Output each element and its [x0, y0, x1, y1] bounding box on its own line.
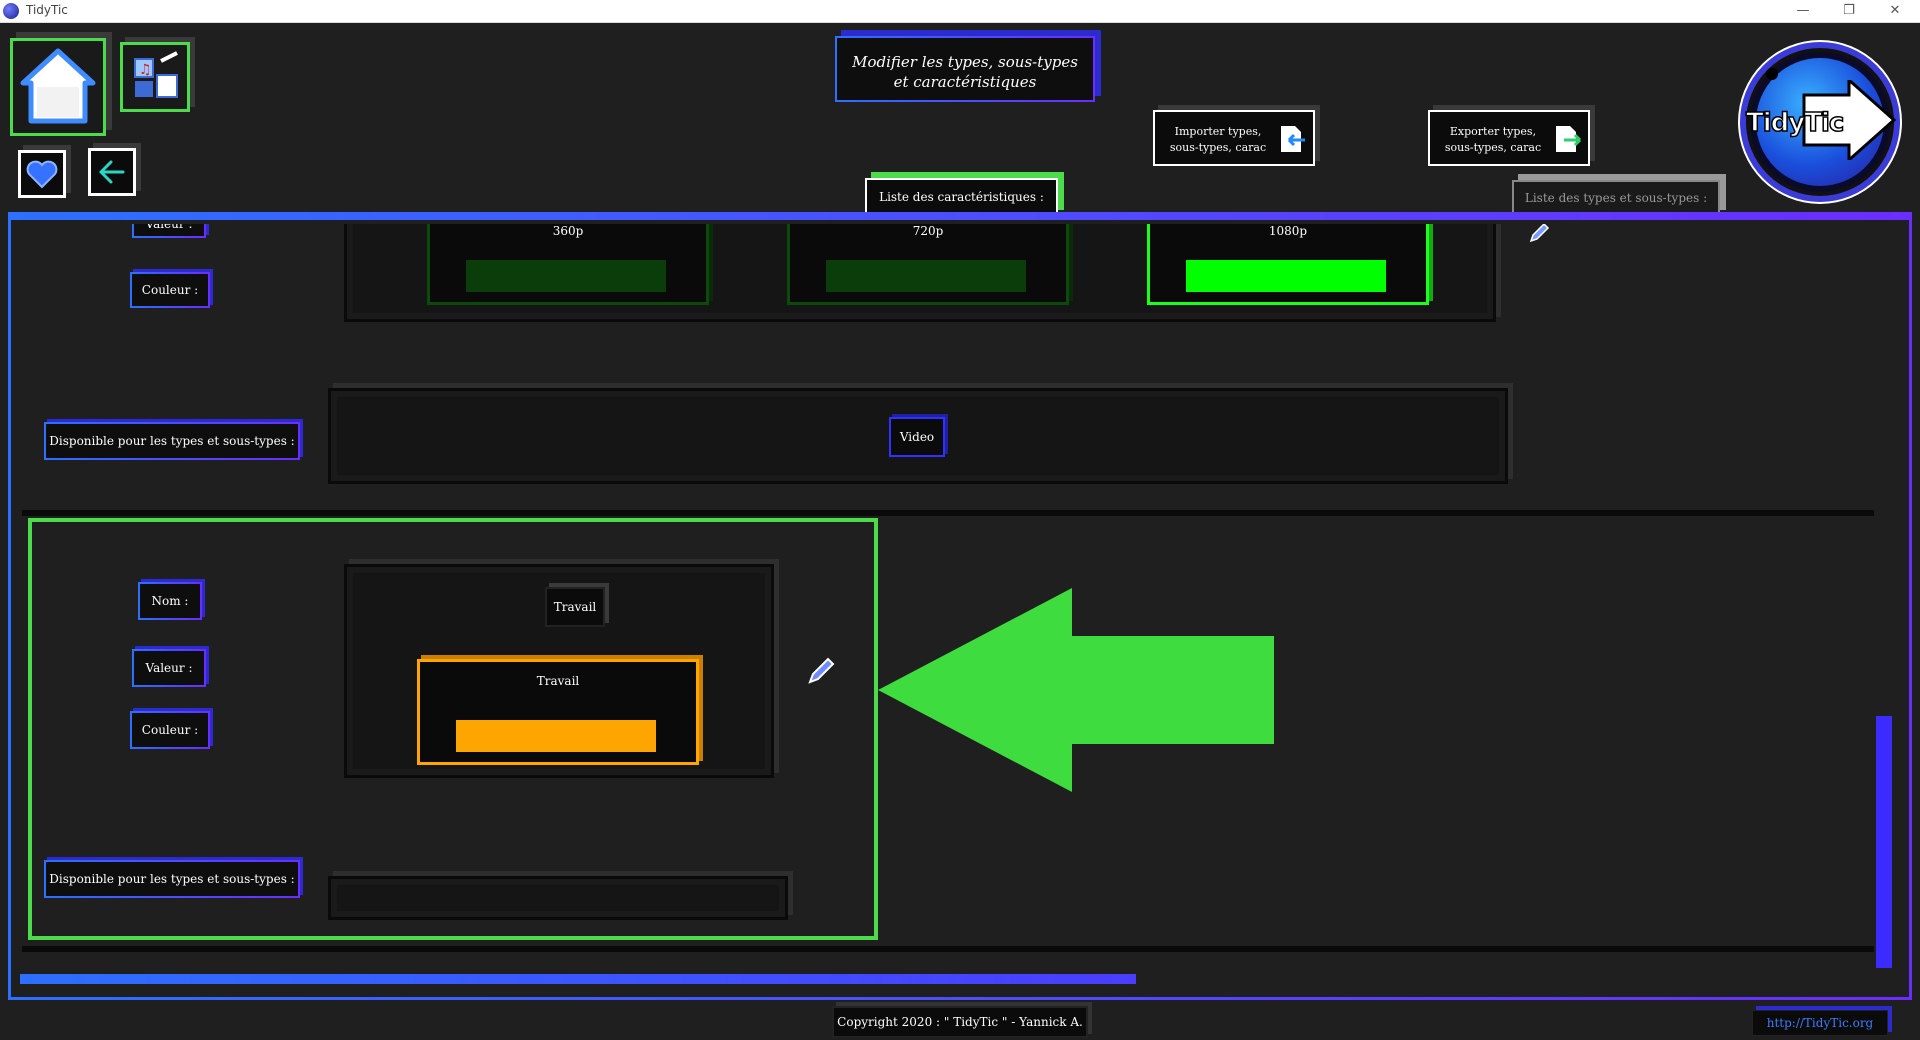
option-720p[interactable]: 720p [787, 224, 1069, 305]
tab-types-label: Liste des types et sous-types : [1524, 191, 1708, 205]
new-value-panel: Travail Travail [344, 564, 774, 778]
disponible-label-top: Disponible pour les types et sous-types … [44, 422, 300, 460]
disponible-label: Disponible pour les types et sous-types … [44, 860, 300, 898]
export-label-line2: sous-types, carac [1444, 141, 1542, 154]
option-360p-label: 360p [552, 224, 584, 238]
media-button[interactable]: ♫ [120, 42, 190, 112]
nom-label: Nom : [138, 582, 202, 620]
type-chip-video[interactable]: Video [889, 417, 945, 457]
option-1080p[interactable]: 1080p [1147, 224, 1429, 305]
option-360p-color [466, 260, 666, 292]
edit-pencil-icon-top[interactable] [1528, 224, 1550, 244]
option-360p[interactable]: 360p [427, 224, 709, 305]
name-field[interactable]: Travail [545, 587, 605, 627]
couleur-label: Couleur : [130, 711, 210, 749]
vertical-scrollbar-thumb[interactable] [1876, 716, 1892, 968]
export-icon [1556, 126, 1582, 152]
back-button[interactable] [88, 148, 136, 196]
export-button[interactable]: Exporter types, sous-types, carac [1428, 110, 1590, 166]
website-link[interactable]: http://TidyTic.org [1752, 1010, 1888, 1036]
page-title-line1: Modifier les types, sous-types [852, 53, 1078, 71]
favorites-button[interactable] [18, 150, 66, 198]
close-icon[interactable]: ✕ [1872, 0, 1918, 23]
export-label-line1: Exporter types, [1449, 125, 1537, 138]
window-title: TidyTic [26, 3, 68, 17]
import-label-line2: sous-types, carac [1169, 141, 1267, 154]
tab-types[interactable]: Liste des types et sous-types : [1512, 180, 1720, 216]
value-card-label: Travail [536, 674, 580, 688]
window-titlebar: TidyTic — ❐ ✕ [0, 0, 1920, 23]
page-title-line2: et caractéristiques [893, 73, 1037, 91]
tab-characteristics-label: Liste des caractéristiques : [879, 190, 1044, 204]
vertical-scrollbar[interactable] [1876, 228, 1894, 968]
content-area: Valeur : Couleur : 360p 720p 1080p Dispo… [14, 224, 1904, 992]
edit-pencil-icon[interactable] [806, 656, 836, 686]
media-icon: ♫ [134, 51, 178, 98]
option-720p-label: 720p [912, 224, 944, 238]
green-arrow-icon [878, 588, 1274, 792]
logo-text: TidyTic [1745, 107, 1845, 139]
copyright-label: Copyright 2020 : " TidyTic " - Yannick A… [832, 1006, 1088, 1038]
back-arrow-icon [99, 160, 125, 184]
home-icon [20, 48, 96, 124]
option-1080p-label: 1080p [1268, 224, 1308, 238]
import-button[interactable]: Importer types, sous-types, carac [1153, 110, 1315, 166]
import-icon [1281, 126, 1305, 152]
horizontal-scrollbar-thumb[interactable] [20, 974, 1136, 984]
minimize-icon[interactable]: — [1780, 0, 1826, 23]
available-types-panel [328, 876, 788, 920]
available-types-panel-top: Video [328, 388, 1508, 484]
import-label-line1: Importer types, [1174, 125, 1262, 138]
resolution-options-panel: 360p 720p 1080p [344, 224, 1496, 322]
separator-top [22, 510, 1874, 516]
svg-text:♫: ♫ [139, 62, 152, 78]
option-720p-color [826, 260, 1026, 292]
tab-characteristics[interactable]: Liste des caractéristiques : [865, 178, 1058, 216]
couleur-label-top: Couleur : [130, 272, 210, 308]
heart-icon [26, 160, 58, 189]
value-card-color [456, 720, 656, 752]
tidytic-logo: TidyTic [1740, 42, 1900, 202]
separator-bottom [22, 946, 1874, 952]
value-card-travail[interactable]: Travail [417, 659, 699, 765]
valeur-label: Valeur : [132, 649, 206, 687]
home-button[interactable] [10, 38, 106, 136]
page-title: Modifier les types, sous-types et caract… [835, 36, 1095, 102]
horizontal-scrollbar[interactable] [20, 974, 1880, 986]
option-1080p-color [1186, 260, 1386, 292]
app-icon [3, 3, 19, 19]
valeur-label-top: Valeur : [132, 224, 206, 238]
restore-icon[interactable]: ❐ [1826, 0, 1872, 23]
